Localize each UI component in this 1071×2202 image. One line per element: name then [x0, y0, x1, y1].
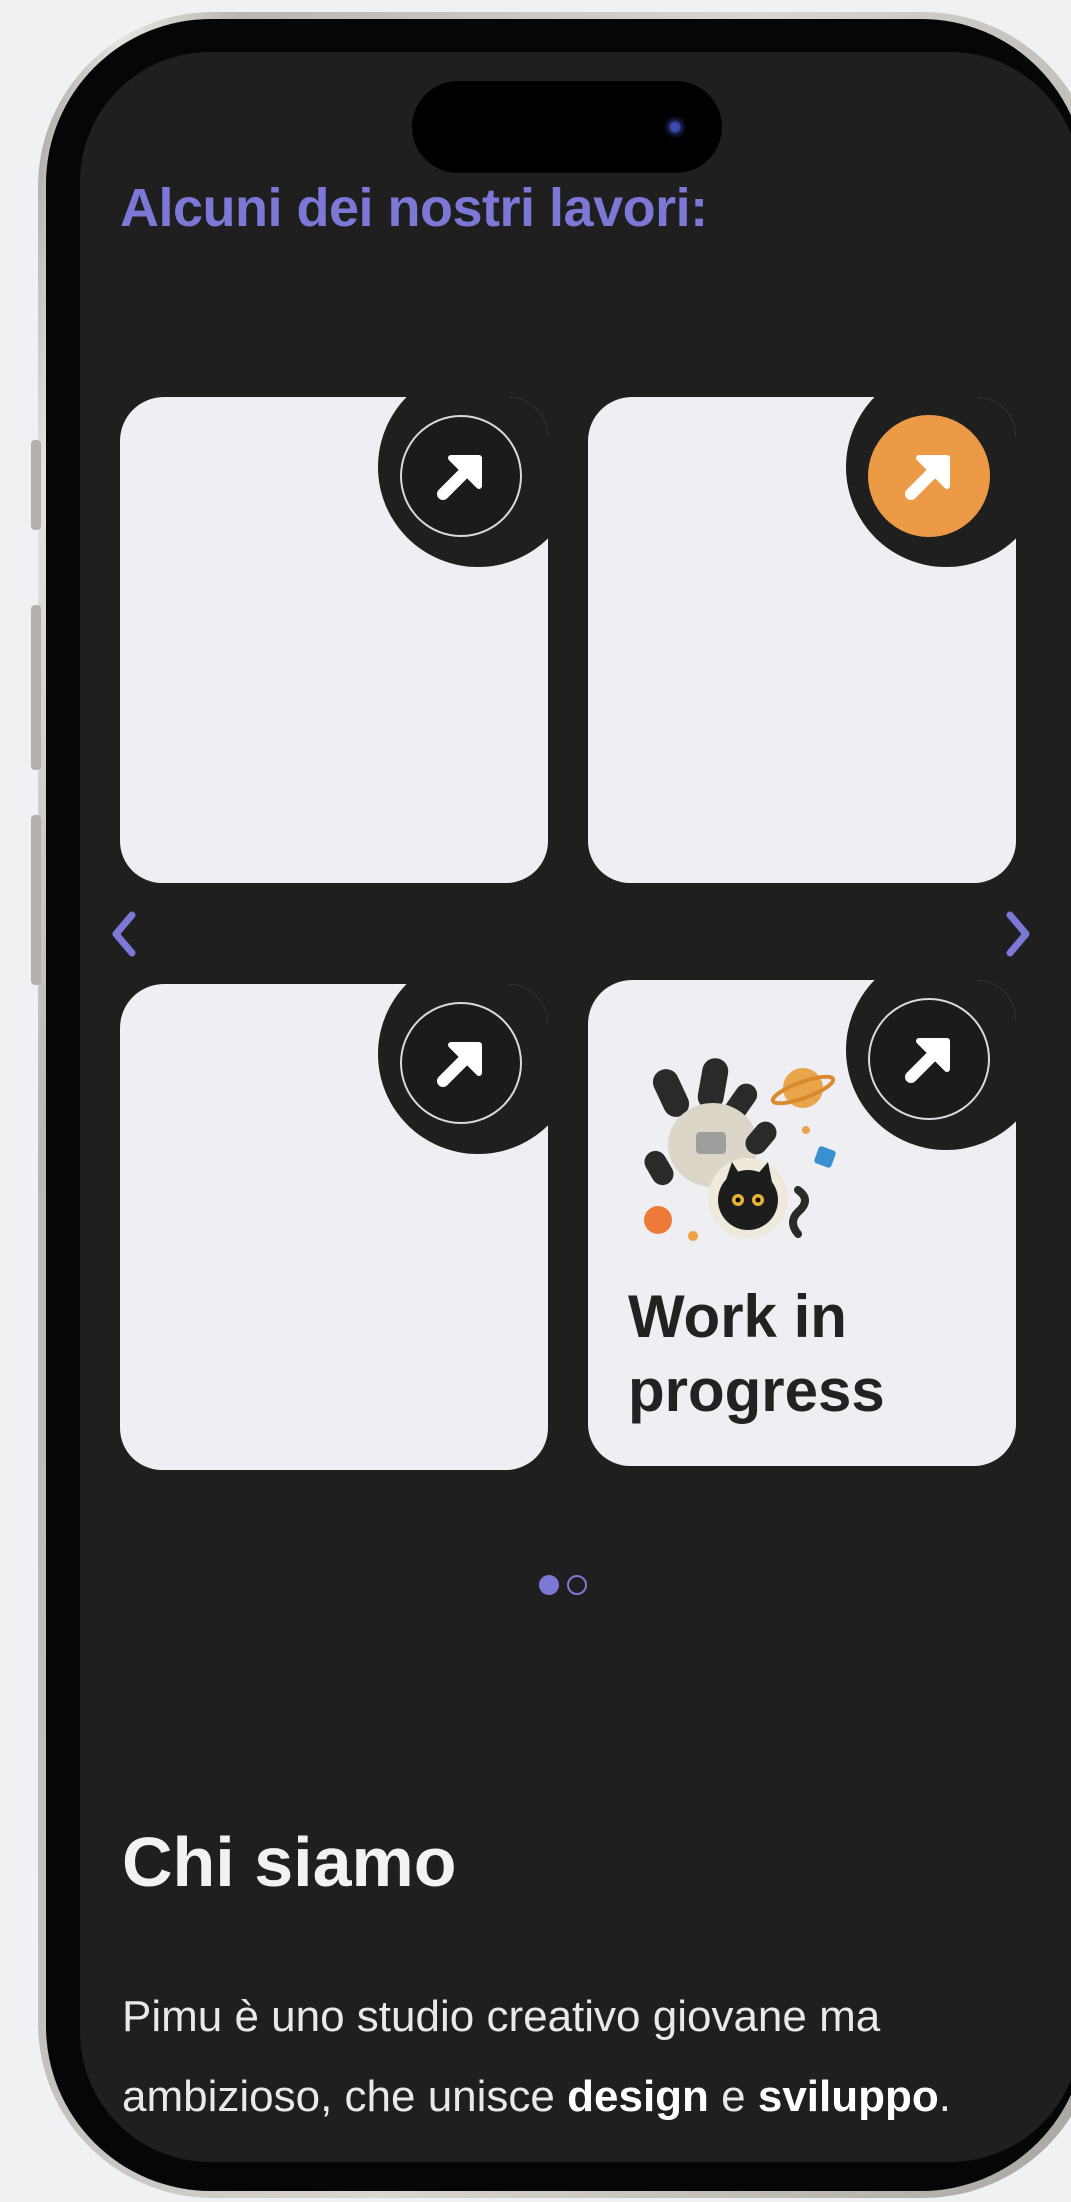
pagination-dot[interactable]	[567, 1575, 587, 1595]
work-card-1[interactable]	[120, 397, 548, 883]
work-card-4[interactable]: Work in progress	[588, 980, 1016, 1466]
open-work-button[interactable]	[868, 998, 990, 1120]
about-text: Pimu è uno studio creativo giovane ma am…	[122, 1977, 1032, 2137]
about-text-part: .	[938, 2072, 951, 2121]
section-title: Alcuni dei nostri lavori:	[120, 178, 708, 238]
carousel-prev-button[interactable]	[98, 904, 148, 964]
card-title: Work in progress	[628, 1283, 885, 1424]
chevron-left-icon	[112, 911, 136, 957]
chevron-right-icon	[1006, 911, 1030, 957]
about-text-bold: sviluppo	[757, 2072, 939, 2121]
about-text-part: e	[708, 2072, 758, 2121]
pagination-dot-active[interactable]	[539, 1575, 559, 1595]
carousel-next-button[interactable]	[994, 904, 1044, 964]
open-work-button[interactable]	[400, 415, 522, 537]
phone-volume-up-button	[31, 605, 41, 770]
about-text-bold: design	[567, 2072, 709, 2121]
phone-screen: Alcuni dei nostri lavori: Work in progre…	[80, 52, 1071, 2162]
about-title: Chi siamo	[122, 1823, 457, 1901]
arrow-up-right-icon	[437, 1042, 482, 1087]
open-work-button[interactable]	[868, 415, 990, 537]
work-card-2[interactable]	[588, 397, 1016, 883]
open-work-button[interactable]	[400, 1002, 522, 1124]
carousel-pagination	[539, 1575, 587, 1595]
front-camera-icon	[664, 116, 686, 138]
phone-volume-down-button	[31, 815, 41, 985]
arrow-up-right-icon	[437, 455, 482, 500]
phone-action-button	[31, 440, 41, 530]
astronaut-cat-illustration	[644, 1058, 836, 1241]
arrow-up-right-icon	[905, 1038, 950, 1083]
arrow-up-right-icon	[905, 455, 950, 500]
work-card-3[interactable]	[120, 984, 548, 1470]
